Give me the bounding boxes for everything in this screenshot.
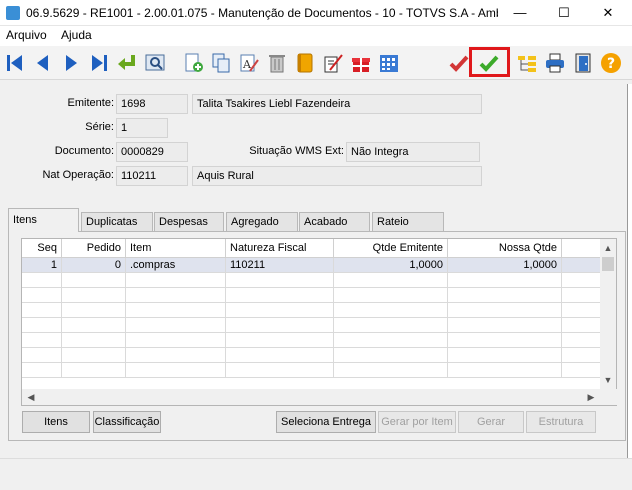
grid-header: Seq Pedido Item Natureza Fiscal Qtde Emi… — [22, 239, 602, 258]
cell-qtde-emitente: 1,0000 — [334, 258, 448, 273]
app-icon — [6, 6, 20, 20]
search-icon[interactable] — [142, 49, 168, 76]
gerar-button[interactable]: Gerar — [458, 411, 524, 433]
menu-arquivo[interactable]: Arquivo — [6, 28, 47, 42]
tab-acabado[interactable]: Acabado — [299, 212, 370, 231]
next-record-icon[interactable] — [58, 49, 84, 76]
svg-text:?: ? — [607, 56, 615, 72]
notes-icon[interactable] — [292, 49, 318, 76]
table-row[interactable] — [22, 363, 602, 378]
seleciona-entrega-button[interactable]: Seleciona Entrega — [276, 411, 376, 433]
classificacao-button[interactable]: Classificação — [93, 411, 161, 433]
estrutura-button[interactable]: Estrutura — [526, 411, 596, 433]
tab-strip: Itens Duplicatas Despesas Agregado Acaba… — [8, 208, 448, 232]
scroll-left-icon[interactable]: ◀ — [24, 390, 38, 404]
last-record-icon[interactable] — [86, 49, 112, 76]
table-row[interactable] — [22, 303, 602, 318]
natop-label: Nat Operação: — [42, 169, 114, 181]
toolbar: A ? — [0, 46, 632, 80]
close-button[interactable]: ✕ — [586, 0, 630, 26]
cell-seq: 1 — [22, 258, 62, 273]
table-row[interactable]: 1 0 .compras 110211 1,0000 1,0000 — [22, 258, 602, 273]
tab-rateio[interactable]: Rateio — [372, 212, 444, 231]
add-icon[interactable] — [180, 49, 206, 76]
wms-label: Situação WMS Ext: — [249, 145, 344, 157]
menu-bar: Arquivo Ajuda — [0, 26, 632, 46]
edit-icon[interactable]: A — [236, 49, 262, 76]
horizontal-scrollbar[interactable]: ◀ ▶ — [22, 389, 618, 405]
cell-item: .compras — [126, 258, 226, 273]
window-edge — [627, 84, 632, 458]
documento-field[interactable]: 0000829 — [116, 142, 188, 162]
help-icon[interactable]: ? — [598, 49, 624, 76]
column-item[interactable]: Item — [126, 239, 226, 258]
table-row[interactable] — [22, 288, 602, 303]
cell-pedido: 0 — [62, 258, 126, 273]
calendar-icon[interactable] — [376, 49, 402, 76]
grid-rows: 1 0 .compras 110211 1,0000 1,0000 — [22, 258, 602, 378]
exit-icon[interactable] — [570, 49, 596, 76]
print-icon[interactable] — [542, 49, 568, 76]
go-to-icon[interactable] — [114, 49, 140, 76]
column-nossa-qtde[interactable]: Nossa Qtde — [448, 239, 562, 258]
scroll-down-icon[interactable]: ▼ — [601, 373, 615, 387]
column-natureza[interactable]: Natureza Fiscal — [226, 239, 334, 258]
title-bar: 06.9.5629 - RE1001 - 2.00.01.075 - Manut… — [0, 0, 632, 26]
tab-agregado[interactable]: Agregado — [226, 212, 298, 231]
column-pedido[interactable]: Pedido — [62, 239, 126, 258]
cell-natureza: 110211 — [226, 258, 334, 273]
items-grid[interactable]: Seq Pedido Item Natureza Fiscal Qtde Emi… — [21, 238, 618, 406]
window-title: 06.9.5629 - RE1001 - 2.00.01.075 - Manut… — [26, 6, 498, 20]
table-row[interactable] — [22, 318, 602, 333]
natop-code-field[interactable]: 110211 — [116, 166, 188, 186]
menu-ajuda[interactable]: Ajuda — [61, 28, 92, 42]
tab-itens[interactable]: Itens — [8, 208, 79, 232]
previous-record-icon[interactable] — [30, 49, 56, 76]
table-row[interactable] — [22, 333, 602, 348]
wms-field: Não Integra — [346, 142, 480, 162]
tab-duplicatas[interactable]: Duplicatas — [81, 212, 153, 231]
emitente-name-field: Talita Tsakires Liebl Fazendeira — [192, 94, 482, 114]
scroll-right-icon[interactable]: ▶ — [584, 390, 598, 404]
emitente-code-field[interactable]: 1698 — [116, 94, 188, 114]
table-row[interactable] — [22, 273, 602, 288]
first-record-icon[interactable] — [2, 49, 28, 76]
scroll-up-icon[interactable]: ▲ — [601, 241, 615, 255]
confirm-highlight — [469, 47, 510, 77]
column-seq[interactable]: Seq — [22, 239, 62, 258]
table-row[interactable] — [22, 348, 602, 363]
serie-field[interactable]: 1 — [116, 118, 168, 138]
tab-despesas[interactable]: Despesas — [154, 212, 224, 231]
vertical-scroll-thumb[interactable] — [602, 257, 614, 271]
minimize-button[interactable]: — — [498, 0, 542, 26]
copy-icon[interactable] — [208, 49, 234, 76]
vertical-scrollbar[interactable]: ▲ ▼ — [600, 239, 616, 389]
column-qtde-emitente[interactable]: Qtde Emitente — [334, 239, 448, 258]
gift-icon[interactable] — [348, 49, 374, 76]
delete-icon[interactable] — [264, 49, 290, 76]
serie-label: Série: — [85, 121, 114, 133]
tree-icon[interactable] — [514, 49, 540, 76]
gerar-por-item-button[interactable]: Gerar por Item — [378, 411, 456, 433]
natop-desc-field: Aquis Rural — [192, 166, 482, 186]
status-bar — [0, 458, 632, 490]
cell-nossa-qtde: 1,0000 — [448, 258, 562, 273]
emitente-label: Emitente: — [67, 97, 114, 109]
itens-button[interactable]: Itens — [22, 411, 90, 433]
exchange-icon[interactable] — [320, 49, 346, 76]
maximize-button[interactable]: ☐ — [542, 0, 586, 26]
documento-label: Documento: — [54, 145, 114, 157]
